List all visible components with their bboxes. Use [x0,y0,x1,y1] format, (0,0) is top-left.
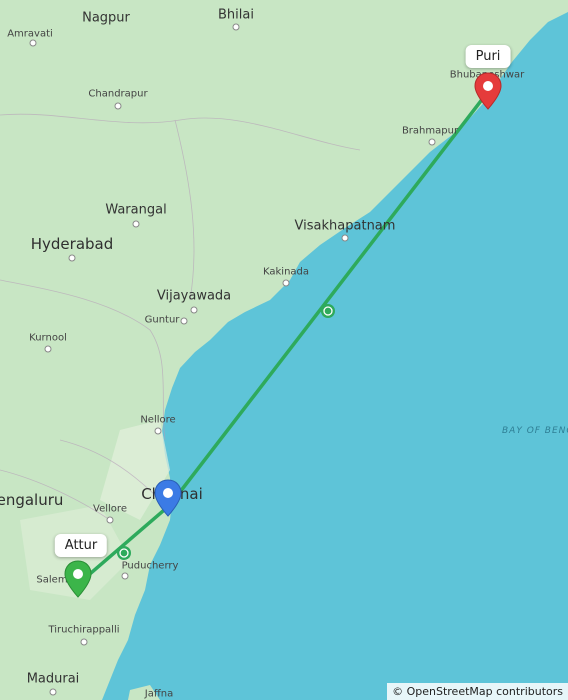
city-dot [106,516,114,524]
city-label-nagpur: Nagpur [82,10,130,26]
city-label-guntur: Guntur [144,314,180,326]
city-dot [29,39,37,47]
city-dot [80,638,88,646]
city-dot [232,23,240,31]
city-dot [132,220,140,228]
city-label-vellore: Vellore [93,503,127,515]
city-label-tiruchirappalli: Tiruchirappalli [48,624,120,636]
city-dot [121,572,129,580]
city-dot [190,306,198,314]
city-label-nellore: Nellore [140,414,176,426]
city-dot [282,279,290,287]
city-label-amravati: Amravati [7,28,53,40]
end-marker-label: Puri [465,45,511,68]
city-label-brahmapur: Brahmapur [401,125,459,137]
start-marker-label: Attur [54,534,108,557]
city-label-chandrapur: Chandrapur [88,88,148,100]
city-dot [114,102,122,110]
end-marker-pin-icon[interactable] [474,72,502,110]
city-label-salem: Salem [36,574,68,586]
city-label-hyderabad: Hyderabad [30,235,114,253]
city-label-vijayawada: Vijayawada [156,288,232,304]
city-dot [341,234,349,242]
sea-label: BAY OF BENG [502,426,568,436]
city-label-madurai: Madurai [26,671,80,687]
city-label-kurnool: Kurnool [29,332,67,344]
route-direction-icon [117,546,131,560]
city-label-bengaluru: engaluru [0,491,64,509]
route-direction-icon [321,304,335,318]
city-dot [49,688,57,696]
city-label-bhilai: Bhilai [218,7,254,23]
city-label-visakhapatnam: Visakhapatnam [294,218,396,234]
city-dot [68,254,76,262]
city-label-kakinada: Kakinada [262,266,310,278]
waypoint-marker-pin-icon[interactable] [154,479,182,517]
city-label-warangal: Warangal [105,202,167,218]
city-label-puducherry: Puducherry [121,560,179,572]
city-dot [428,138,436,146]
city-dot [154,427,162,435]
city-dot [44,345,52,353]
map-attribution[interactable]: © OpenStreetMap contributors [387,683,568,700]
city-label-jaffna: Jaffna [144,688,174,700]
city-dot [180,317,188,325]
start-marker-pin-icon[interactable] [64,560,92,598]
